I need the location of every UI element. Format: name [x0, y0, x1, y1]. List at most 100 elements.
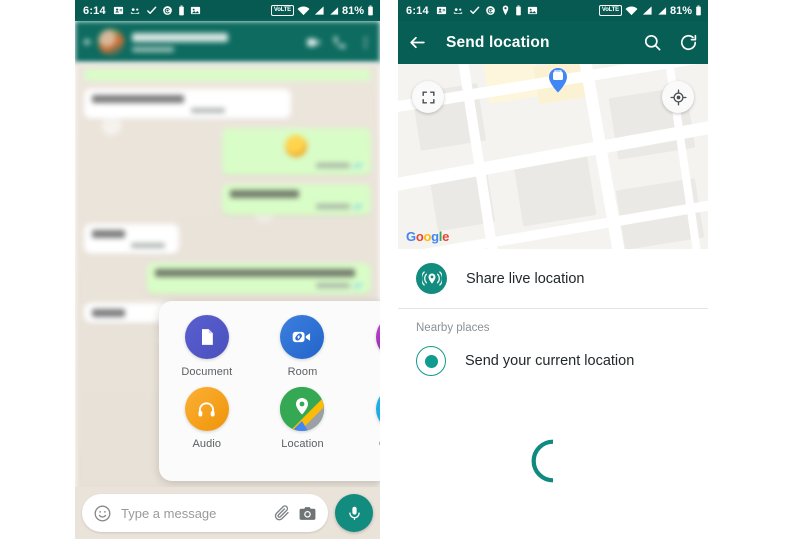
live-location-circle: [416, 263, 447, 294]
avatar[interactable]: [98, 29, 124, 55]
attachment-option-gallery[interactable]: Gallery: [350, 315, 380, 378]
message-input-field[interactable]: Type a message: [121, 506, 266, 521]
volte-badge: VoLTE: [598, 5, 622, 16]
camera-icon[interactable]: [298, 504, 317, 523]
message-text: [92, 309, 126, 317]
send-location-header: Send location: [398, 21, 708, 64]
volte-badge: VoLTE: [270, 5, 294, 16]
message-time: [191, 108, 226, 113]
message-meta: [230, 162, 363, 169]
at-spiral-icon: [485, 6, 495, 15]
status-bar-right: 6:14 VoLTE 81%: [398, 0, 708, 21]
battery-saver-icon: [179, 5, 184, 16]
battery-icon: [368, 5, 373, 16]
message-time: [131, 243, 166, 248]
battery-icon: [696, 5, 701, 16]
wifi-icon: [297, 6, 310, 16]
back-arrow-icon[interactable]: [408, 33, 427, 52]
signal-bars-2-icon: [658, 7, 667, 15]
fullscreen-expand-button[interactable]: [412, 81, 444, 113]
attachment-label: Document: [181, 366, 233, 378]
status-system-icons: VoLTE 81%: [598, 4, 702, 17]
gallery-circle: [376, 315, 380, 359]
attachment-label: Audio: [192, 438, 222, 450]
message-bubble-outgoing[interactable]: [147, 263, 371, 294]
left-phone-whatsapp-chat: 6:14 VoLTE 81% Document Room Audio Locat…: [75, 0, 380, 539]
voice-call-icon[interactable]: [332, 35, 347, 50]
chat-header: [75, 21, 380, 63]
status-bar-left: 6:14 VoLTE 81%: [75, 0, 380, 21]
paperclip-icon[interactable]: [273, 504, 291, 522]
message-text: [155, 269, 355, 277]
attachment-option-location[interactable]: Location: [255, 387, 351, 450]
message-time: [316, 204, 350, 209]
attachment-option-document[interactable]: Document: [159, 315, 255, 378]
voice-record-button[interactable]: [335, 494, 373, 532]
read-receipt-icon: [353, 203, 363, 209]
map-preview[interactable]: Google: [398, 64, 708, 249]
loading-area: [398, 438, 708, 484]
screenshot-stage: 6:14 VoLTE 81% Document Room Audio Locat…: [0, 0, 800, 539]
fullscreen-expand-icon: [421, 90, 435, 104]
back-arrow-icon[interactable]: [82, 36, 94, 48]
map-canvas: [398, 64, 708, 249]
google-attribution: Google: [406, 229, 450, 244]
status-notification-icons: [113, 5, 201, 16]
message-bubble-incoming[interactable]: [84, 224, 179, 254]
status-time: 6:14: [83, 4, 106, 17]
send-current-location-row[interactable]: Send your current location: [398, 336, 708, 390]
read-receipt-icon: [353, 162, 363, 168]
room-circle: [280, 315, 325, 359]
at-spiral-icon: [162, 6, 172, 15]
message-input-bar: Type a message: [75, 487, 380, 539]
message-input-pill[interactable]: Type a message: [82, 494, 328, 532]
audio-circle: [184, 387, 229, 431]
message-text: [229, 190, 300, 198]
share-live-location-label: Share live location: [466, 270, 585, 287]
message-time: [316, 283, 350, 288]
emoji-smiley-icon[interactable]: [93, 504, 112, 523]
battery-percent: 81%: [669, 4, 692, 17]
video-call-icon[interactable]: [306, 35, 321, 50]
checkmark-icon: [469, 6, 480, 14]
read-receipt-icon: [353, 282, 363, 288]
my-location-button[interactable]: [662, 81, 694, 113]
battery-percent: 81%: [341, 4, 364, 17]
message-time: [316, 163, 350, 168]
status-system-icons: VoLTE 81%: [270, 4, 374, 17]
live-location-icon: [421, 270, 442, 286]
message-meta: [155, 282, 363, 289]
smiley-face-icon: [130, 8, 139, 14]
microphone-icon: [348, 506, 360, 520]
right-phone-send-location: 6:14 VoLTE 81% Send location Google Shar…: [398, 0, 708, 539]
document-circle: [184, 315, 229, 359]
chat-contact-status: [132, 46, 174, 52]
chat-contact-info[interactable]: [132, 32, 295, 52]
emoji-content: [285, 135, 308, 157]
wifi-icon: [625, 6, 638, 16]
message-bubble-outgoing[interactable]: [221, 184, 371, 215]
document-icon: [201, 329, 213, 345]
signal-bars-icon: [314, 6, 324, 15]
room-video-icon: [293, 331, 311, 343]
overflow-menu-icon[interactable]: [358, 35, 373, 50]
refresh-icon[interactable]: [679, 33, 698, 52]
share-live-location-row[interactable]: Share live location: [398, 249, 708, 308]
message-text: [92, 95, 184, 103]
message-meta: [230, 203, 363, 210]
attachment-option-room[interactable]: Room: [255, 315, 351, 378]
location-options-list: Share live location Nearby places Send y…: [398, 249, 708, 484]
attachment-option-audio[interactable]: Audio: [159, 387, 255, 450]
status-time: 6:14: [406, 4, 429, 17]
signal-bars-icon: [642, 6, 652, 15]
message-bubble-incoming[interactable]: [84, 89, 291, 119]
contact-card-icon: [113, 6, 123, 15]
attachment-option-contact[interactable]: Contact: [350, 387, 380, 450]
my-location-crosshair-icon: [669, 88, 687, 106]
checkmark-icon: [146, 6, 157, 14]
message-bubble-outgoing[interactable]: [221, 128, 371, 175]
status-notification-icons: [436, 5, 538, 16]
signal-bars-2-icon: [330, 7, 339, 15]
search-icon[interactable]: [643, 33, 662, 52]
attachment-label: Room: [287, 366, 318, 378]
